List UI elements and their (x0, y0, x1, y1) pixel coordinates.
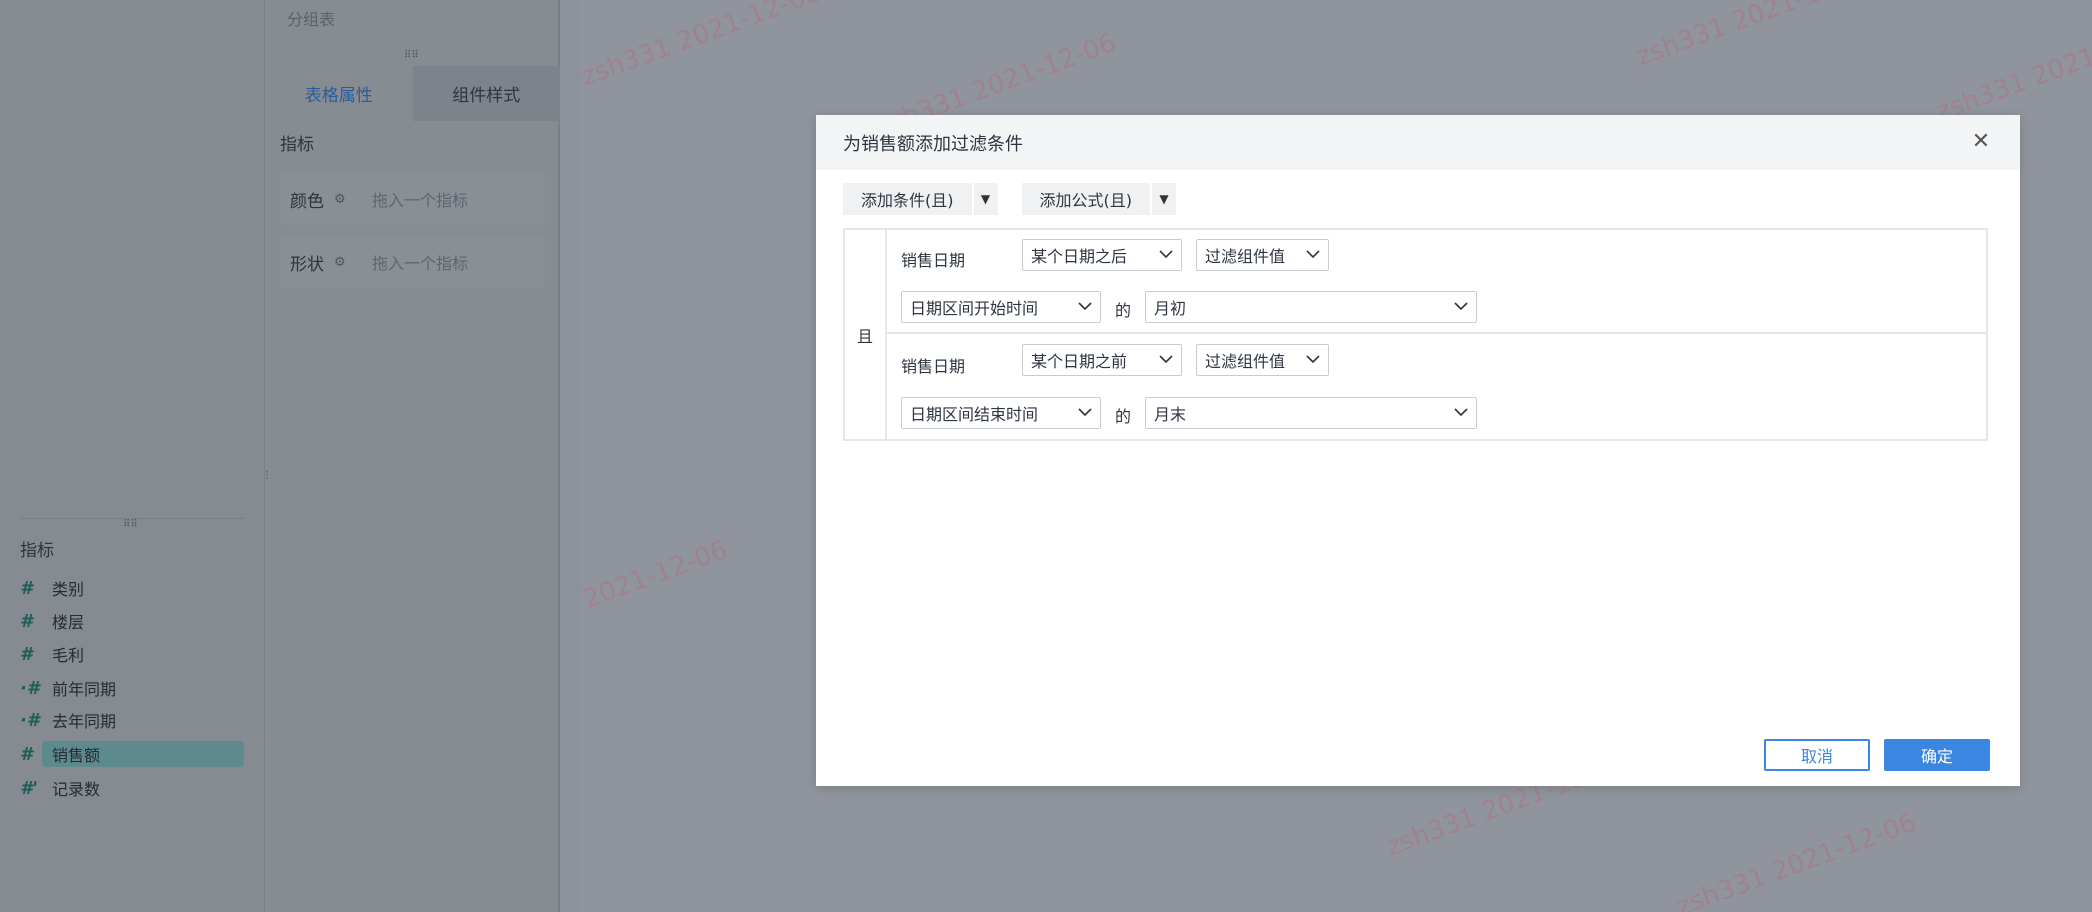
metric-item[interactable]: # 楼层 (20, 608, 84, 634)
value-type-value: 过滤组件值 (1205, 352, 1286, 371)
section-label: 指标 (280, 135, 314, 155)
metric-item[interactable]: # 毛利 (20, 641, 84, 667)
field-name: 销售日期 (901, 251, 966, 270)
number-field-icon: # (20, 577, 33, 599)
date-point-value: 月初 (1154, 299, 1187, 318)
chevron-down-icon (1454, 408, 1468, 417)
range-part-select[interactable]: 日期区间开始时间 (901, 291, 1101, 323)
shape-label: 形状 (290, 254, 324, 275)
component-subtitle: 分组表 (287, 10, 336, 29)
date-point-value: 月末 (1154, 405, 1187, 424)
value-type-value: 过滤组件值 (1205, 247, 1286, 266)
gear-icon[interactable]: ⚙ (334, 255, 356, 270)
confirm-button[interactable]: 确定 (1884, 739, 1990, 771)
condition-row: 销售日期 某个日期之前 过滤组件值 日期区间结束时间 的 月末 (887, 334, 1986, 439)
calculated-field-icon: ·# (20, 677, 40, 699)
drag-handle-icon[interactable]: ⠿⠿ (404, 50, 419, 61)
field-name: 销售日期 (901, 357, 966, 376)
dialog-title: 为销售额添加过滤条件 (843, 133, 1023, 155)
range-part-select[interactable]: 日期区间结束时间 (901, 397, 1101, 429)
dialog-toolbar: 添加条件(且) ▼ 添加公式(且) ▼ (843, 183, 1176, 215)
chevron-down-icon (1159, 355, 1173, 364)
metric-item[interactable]: ·# 前年同期 (20, 675, 116, 701)
add-formula-dropdown-icon[interactable]: ▼ (1152, 183, 1176, 215)
number-field-icon: # (20, 610, 33, 632)
tab-table-properties[interactable]: 表格属性 (265, 66, 413, 121)
number-field-icon: # (20, 743, 33, 765)
date-point-select[interactable]: 月初 (1145, 291, 1477, 323)
operator-select[interactable]: 某个日期之前 (1022, 344, 1182, 376)
gear-icon[interactable]: ⚙ (334, 192, 356, 207)
chevron-down-icon (1306, 355, 1320, 364)
metric-label: 记录数 (52, 780, 101, 799)
add-condition-dropdown-icon[interactable]: ▼ (973, 183, 998, 215)
range-part-value: 日期区间开始时间 (910, 299, 1039, 318)
calculated-field-icon: ·# (20, 709, 40, 731)
chevron-down-icon (1078, 302, 1092, 311)
tab-component-style[interactable]: 组件样式 (412, 66, 560, 121)
of-label: 的 (1115, 407, 1132, 426)
dialog-header: 为销售额添加过滤条件 ✕ (816, 115, 2020, 170)
shape-drop-placeholder: 拖入一个指标 (372, 254, 469, 273)
condition-row: 销售日期 某个日期之后 过滤组件值 日期区间开始时间 的 月初 (887, 230, 1986, 334)
metrics-title: 指标 (20, 541, 54, 561)
metric-label: 楼层 (52, 613, 85, 632)
value-type-select[interactable]: 过滤组件值 (1196, 239, 1329, 271)
color-label: 颜色 (290, 191, 324, 212)
and-label[interactable]: 且 (845, 230, 887, 439)
date-point-select[interactable]: 月末 (1145, 397, 1477, 429)
close-icon[interactable]: ✕ (1970, 131, 1992, 153)
operator-select[interactable]: 某个日期之后 (1022, 239, 1182, 271)
chevron-down-icon (1159, 250, 1173, 259)
color-property-row[interactable]: 颜色 ⚙ 拖入一个指标 (280, 173, 545, 225)
filter-dialog: 为销售额添加过滤条件 ✕ 添加条件(且) ▼ 添加公式(且) ▼ 且 销售日期 … (816, 115, 2020, 786)
add-formula-button[interactable]: 添加公式(且) (1021, 183, 1150, 215)
metric-label: 去年同期 (52, 712, 117, 731)
range-part-value: 日期区间结束时间 (910, 405, 1039, 424)
color-drop-placeholder: 拖入一个指标 (372, 191, 469, 210)
condition-group: 且 销售日期 某个日期之后 过滤组件值 日期区间开始时间 的 月初 销售日期 某… (843, 228, 1988, 441)
metric-label: 销售额 (52, 746, 101, 765)
metric-label: 类别 (52, 580, 85, 599)
cancel-button[interactable]: 取消 (1764, 739, 1870, 771)
metric-label: 前年同期 (52, 680, 117, 699)
chevron-down-icon (1078, 408, 1092, 417)
number-field-icon: # (20, 643, 33, 665)
chevron-down-icon (1454, 302, 1468, 311)
metric-item[interactable]: #' 记录数 (20, 775, 100, 801)
drag-handle-icon[interactable]: ⠿⠿ (123, 519, 138, 530)
metric-item-selected[interactable]: # 销售额 (20, 741, 244, 767)
metric-label: 毛利 (52, 646, 85, 665)
operator-value: 某个日期之前 (1031, 352, 1128, 371)
shape-property-row[interactable]: 形状 ⚙ 拖入一个指标 (280, 236, 545, 288)
resize-handle-icon[interactable]: ⋮ (262, 470, 272, 481)
operator-value: 某个日期之后 (1031, 247, 1128, 266)
chevron-down-icon (1306, 250, 1320, 259)
metric-item[interactable]: # 类别 (20, 575, 84, 601)
add-condition-button[interactable]: 添加条件(且) (843, 183, 972, 215)
value-type-select[interactable]: 过滤组件值 (1196, 344, 1329, 376)
property-tabs: 表格属性 组件样式 (265, 66, 560, 121)
record-count-icon: #' (20, 777, 39, 799)
metric-item[interactable]: ·# 去年同期 (20, 707, 116, 733)
of-label: 的 (1115, 301, 1132, 320)
